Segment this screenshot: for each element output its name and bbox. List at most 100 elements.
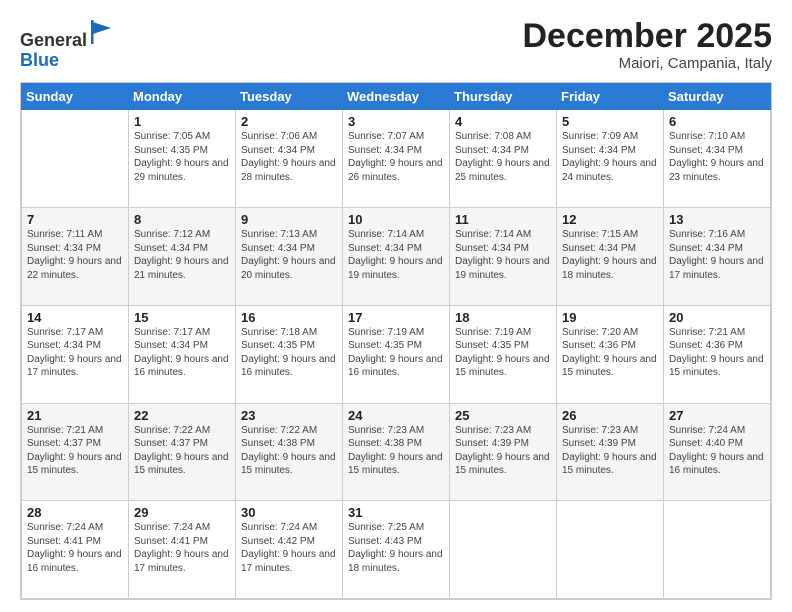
weekday-monday: Monday (129, 84, 236, 110)
weekday-tuesday: Tuesday (236, 84, 343, 110)
calendar-row: 21Sunrise: 7:21 AMSunset: 4:37 PMDayligh… (22, 403, 771, 501)
day-info: Sunrise: 7:19 AMSunset: 4:35 PMDaylight:… (455, 326, 551, 380)
weekday-header: SundayMondayTuesdayWednesdayThursdayFrid… (22, 84, 771, 110)
calendar-cell (450, 501, 557, 599)
day-info: Sunrise: 7:22 AMSunset: 4:38 PMDaylight:… (241, 424, 337, 478)
calendar-cell (557, 501, 664, 599)
calendar-cell: 23Sunrise: 7:22 AMSunset: 4:38 PMDayligh… (236, 403, 343, 501)
day-info: Sunrise: 7:05 AMSunset: 4:35 PMDaylight:… (134, 130, 230, 184)
day-number: 18 (455, 310, 551, 325)
day-number: 17 (348, 310, 444, 325)
day-number: 22 (134, 408, 230, 423)
day-number: 4 (455, 114, 551, 129)
page: General Blue December 2025 Maiori, Campa… (0, 0, 792, 612)
calendar-cell: 14Sunrise: 7:17 AMSunset: 4:34 PMDayligh… (22, 305, 129, 403)
day-info: Sunrise: 7:21 AMSunset: 4:36 PMDaylight:… (669, 326, 765, 380)
calendar-cell: 29Sunrise: 7:24 AMSunset: 4:41 PMDayligh… (129, 501, 236, 599)
calendar-cell: 22Sunrise: 7:22 AMSunset: 4:37 PMDayligh… (129, 403, 236, 501)
calendar-cell: 5Sunrise: 7:09 AMSunset: 4:34 PMDaylight… (557, 110, 664, 208)
calendar-row: 1Sunrise: 7:05 AMSunset: 4:35 PMDaylight… (22, 110, 771, 208)
calendar-cell: 8Sunrise: 7:12 AMSunset: 4:34 PMDaylight… (129, 208, 236, 306)
day-info: Sunrise: 7:17 AMSunset: 4:34 PMDaylight:… (134, 326, 230, 380)
day-info: Sunrise: 7:06 AMSunset: 4:34 PMDaylight:… (241, 130, 337, 184)
day-info: Sunrise: 7:23 AMSunset: 4:38 PMDaylight:… (348, 424, 444, 478)
calendar-cell: 3Sunrise: 7:07 AMSunset: 4:34 PMDaylight… (343, 110, 450, 208)
day-info: Sunrise: 7:20 AMSunset: 4:36 PMDaylight:… (562, 326, 658, 380)
day-number: 15 (134, 310, 230, 325)
day-number: 3 (348, 114, 444, 129)
day-info: Sunrise: 7:25 AMSunset: 4:43 PMDaylight:… (348, 521, 444, 575)
calendar-row: 14Sunrise: 7:17 AMSunset: 4:34 PMDayligh… (22, 305, 771, 403)
day-number: 14 (27, 310, 123, 325)
calendar-row: 28Sunrise: 7:24 AMSunset: 4:41 PMDayligh… (22, 501, 771, 599)
day-number: 1 (134, 114, 230, 129)
day-info: Sunrise: 7:23 AMSunset: 4:39 PMDaylight:… (455, 424, 551, 478)
day-info: Sunrise: 7:18 AMSunset: 4:35 PMDaylight:… (241, 326, 337, 380)
day-number: 16 (241, 310, 337, 325)
calendar-cell (22, 110, 129, 208)
calendar-cell: 20Sunrise: 7:21 AMSunset: 4:36 PMDayligh… (664, 305, 771, 403)
day-number: 10 (348, 212, 444, 227)
day-number: 12 (562, 212, 658, 227)
day-number: 7 (27, 212, 123, 227)
day-number: 2 (241, 114, 337, 129)
day-number: 23 (241, 408, 337, 423)
day-info: Sunrise: 7:16 AMSunset: 4:34 PMDaylight:… (669, 228, 765, 282)
day-number: 19 (562, 310, 658, 325)
day-info: Sunrise: 7:09 AMSunset: 4:34 PMDaylight:… (562, 130, 658, 184)
day-number: 30 (241, 505, 337, 520)
calendar-cell: 13Sunrise: 7:16 AMSunset: 4:34 PMDayligh… (664, 208, 771, 306)
calendar-cell: 21Sunrise: 7:21 AMSunset: 4:37 PMDayligh… (22, 403, 129, 501)
day-info: Sunrise: 7:23 AMSunset: 4:39 PMDaylight:… (562, 424, 658, 478)
weekday-wednesday: Wednesday (343, 84, 450, 110)
calendar-cell: 12Sunrise: 7:15 AMSunset: 4:34 PMDayligh… (557, 208, 664, 306)
calendar-cell: 30Sunrise: 7:24 AMSunset: 4:42 PMDayligh… (236, 501, 343, 599)
calendar-cell: 10Sunrise: 7:14 AMSunset: 4:34 PMDayligh… (343, 208, 450, 306)
day-info: Sunrise: 7:14 AMSunset: 4:34 PMDaylight:… (348, 228, 444, 282)
day-info: Sunrise: 7:11 AMSunset: 4:34 PMDaylight:… (27, 228, 123, 282)
calendar-cell: 16Sunrise: 7:18 AMSunset: 4:35 PMDayligh… (236, 305, 343, 403)
calendar-cell: 27Sunrise: 7:24 AMSunset: 4:40 PMDayligh… (664, 403, 771, 501)
logo-general: General (20, 30, 87, 50)
day-number: 9 (241, 212, 337, 227)
calendar: SundayMondayTuesdayWednesdayThursdayFrid… (20, 82, 772, 600)
calendar-cell: 24Sunrise: 7:23 AMSunset: 4:38 PMDayligh… (343, 403, 450, 501)
day-number: 20 (669, 310, 765, 325)
day-number: 31 (348, 505, 444, 520)
calendar-cell: 2Sunrise: 7:06 AMSunset: 4:34 PMDaylight… (236, 110, 343, 208)
day-info: Sunrise: 7:21 AMSunset: 4:37 PMDaylight:… (27, 424, 123, 478)
day-number: 21 (27, 408, 123, 423)
day-info: Sunrise: 7:14 AMSunset: 4:34 PMDaylight:… (455, 228, 551, 282)
day-info: Sunrise: 7:17 AMSunset: 4:34 PMDaylight:… (27, 326, 123, 380)
day-info: Sunrise: 7:07 AMSunset: 4:34 PMDaylight:… (348, 130, 444, 184)
calendar-cell: 15Sunrise: 7:17 AMSunset: 4:34 PMDayligh… (129, 305, 236, 403)
day-number: 29 (134, 505, 230, 520)
logo: General Blue (20, 18, 117, 71)
day-info: Sunrise: 7:24 AMSunset: 4:42 PMDaylight:… (241, 521, 337, 575)
day-info: Sunrise: 7:24 AMSunset: 4:40 PMDaylight:… (669, 424, 765, 478)
day-number: 13 (669, 212, 765, 227)
weekday-sunday: Sunday (22, 84, 129, 110)
calendar-cell: 17Sunrise: 7:19 AMSunset: 4:35 PMDayligh… (343, 305, 450, 403)
day-info: Sunrise: 7:24 AMSunset: 4:41 PMDaylight:… (134, 521, 230, 575)
header: General Blue December 2025 Maiori, Campa… (20, 18, 772, 72)
day-number: 8 (134, 212, 230, 227)
day-number: 25 (455, 408, 551, 423)
calendar-cell: 19Sunrise: 7:20 AMSunset: 4:36 PMDayligh… (557, 305, 664, 403)
day-info: Sunrise: 7:24 AMSunset: 4:41 PMDaylight:… (27, 521, 123, 575)
logo-blue: Blue (20, 50, 59, 70)
day-info: Sunrise: 7:19 AMSunset: 4:35 PMDaylight:… (348, 326, 444, 380)
title-block: December 2025 Maiori, Campania, Italy (522, 18, 772, 72)
calendar-cell: 25Sunrise: 7:23 AMSunset: 4:39 PMDayligh… (450, 403, 557, 501)
calendar-cell: 1Sunrise: 7:05 AMSunset: 4:35 PMDaylight… (129, 110, 236, 208)
calendar-cell: 28Sunrise: 7:24 AMSunset: 4:41 PMDayligh… (22, 501, 129, 599)
calendar-cell: 9Sunrise: 7:13 AMSunset: 4:34 PMDaylight… (236, 208, 343, 306)
calendar-cell: 6Sunrise: 7:10 AMSunset: 4:34 PMDaylight… (664, 110, 771, 208)
month-title: December 2025 (522, 18, 772, 55)
location: Maiori, Campania, Italy (522, 55, 772, 72)
calendar-cell: 4Sunrise: 7:08 AMSunset: 4:34 PMDaylight… (450, 110, 557, 208)
day-info: Sunrise: 7:22 AMSunset: 4:37 PMDaylight:… (134, 424, 230, 478)
day-number: 5 (562, 114, 658, 129)
day-number: 28 (27, 505, 123, 520)
calendar-cell (664, 501, 771, 599)
